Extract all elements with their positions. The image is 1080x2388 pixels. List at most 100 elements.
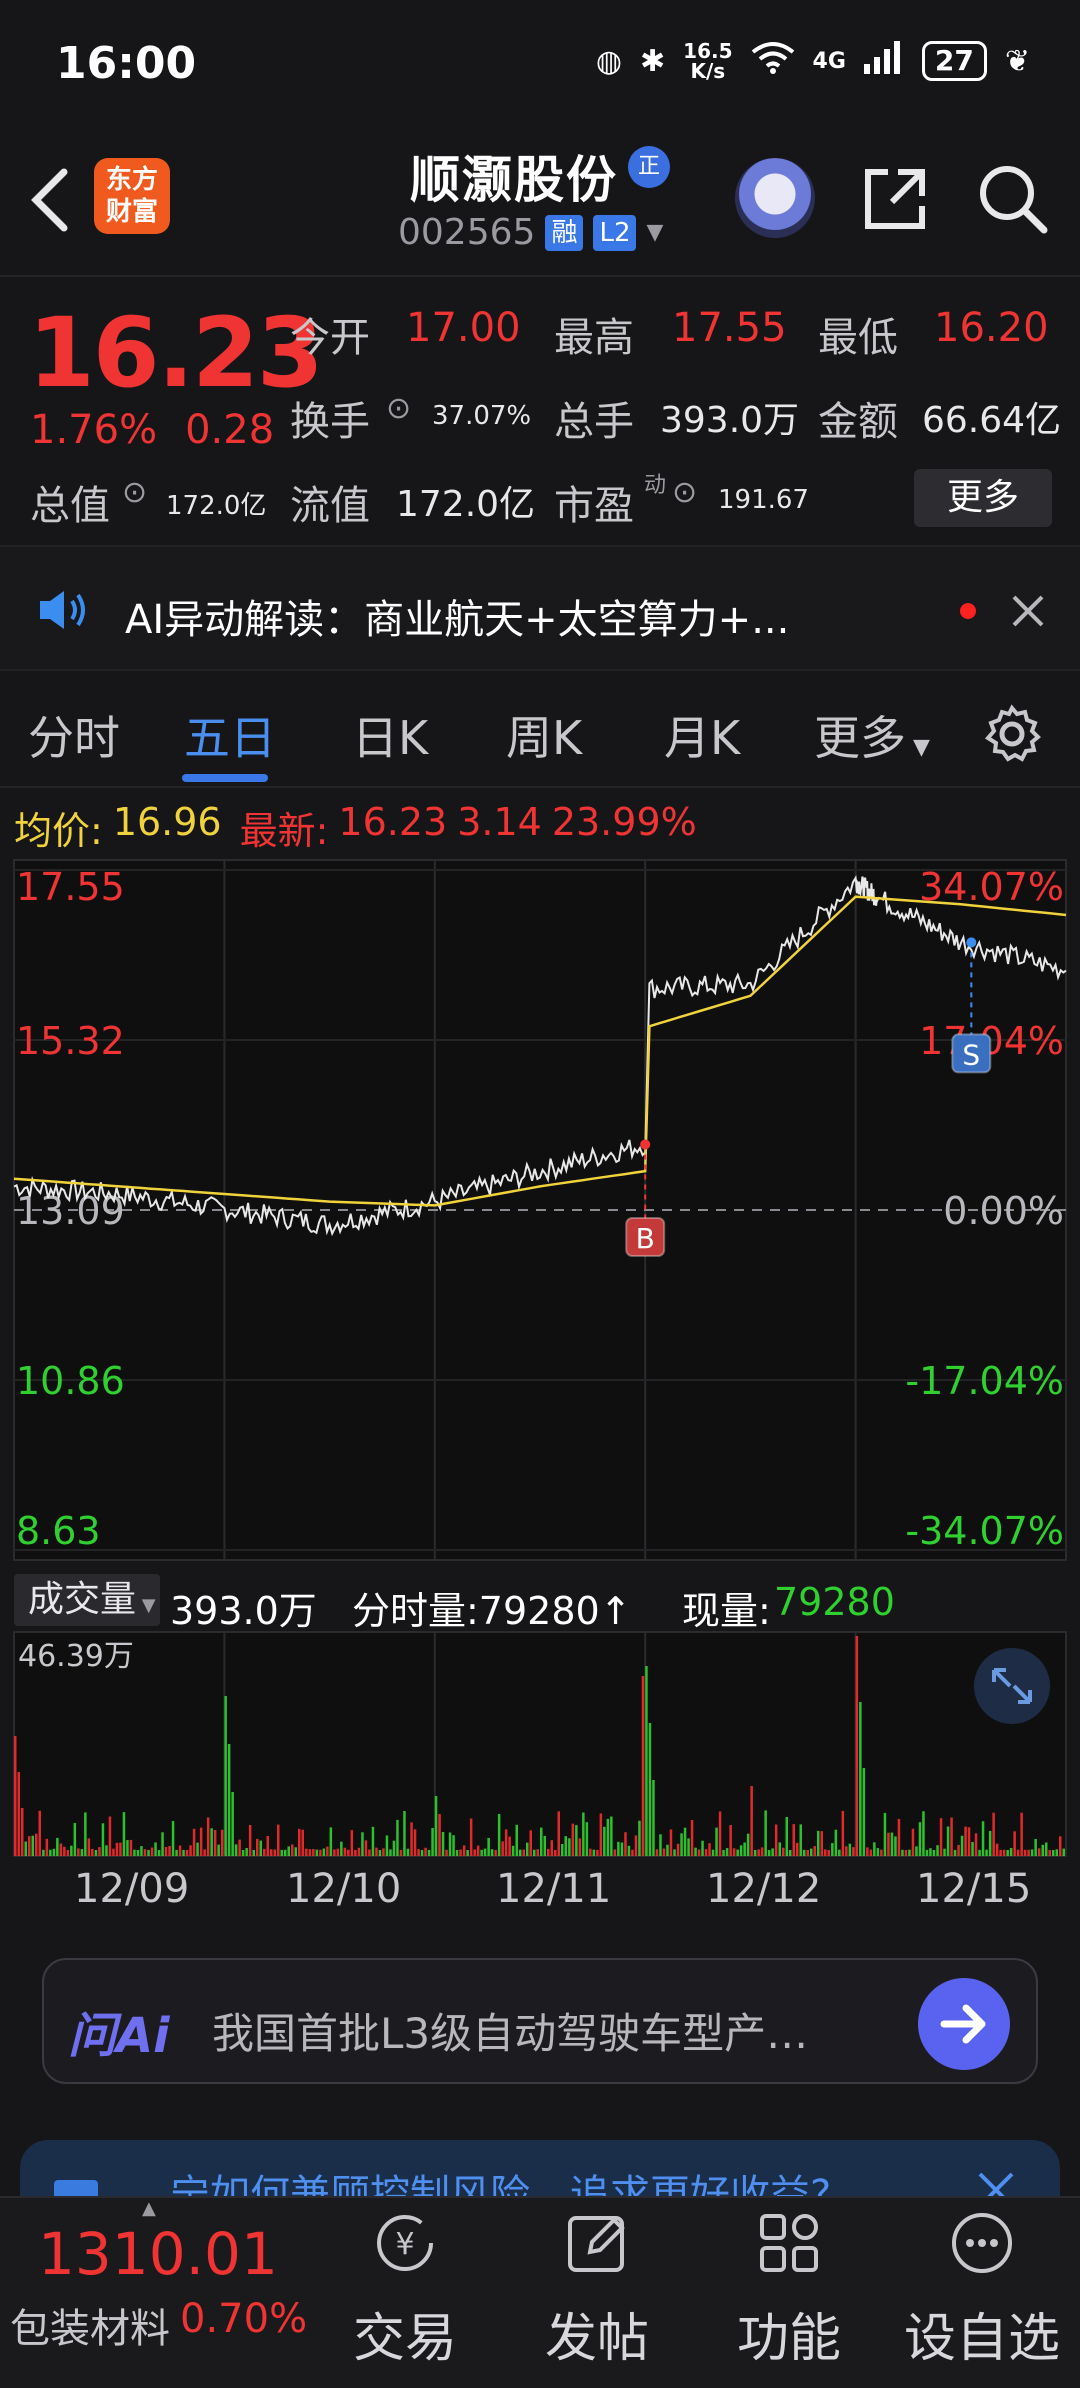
volume-bar bbox=[438, 1814, 441, 1856]
volume-bar bbox=[392, 1840, 396, 1856]
caret-up-icon: ▲ bbox=[142, 2198, 156, 2219]
volume-bar bbox=[561, 1844, 564, 1856]
volume-bar bbox=[217, 1844, 220, 1856]
stock-code-row[interactable]: 002565 融 L2 ▼ bbox=[398, 212, 663, 253]
tab-weekly-k[interactable]: 周K bbox=[506, 702, 582, 768]
app-logo[interactable]: 东方 财富 bbox=[94, 158, 170, 234]
volume-bar bbox=[105, 1845, 108, 1856]
volume-bar bbox=[824, 1849, 827, 1856]
volume-chart[interactable]: 46.39万 bbox=[0, 1630, 1080, 1880]
marker-point bbox=[966, 937, 977, 948]
low-label: 最低 bbox=[818, 315, 898, 361]
volume-bar bbox=[119, 1842, 122, 1856]
volume-bar bbox=[638, 1820, 641, 1856]
volume-bar bbox=[592, 1849, 596, 1856]
market-cap-value: 172.0亿 bbox=[166, 491, 267, 521]
volume-bar bbox=[578, 1838, 582, 1856]
volume-bar bbox=[361, 1832, 364, 1856]
pe-dynamic-sup: 动 bbox=[644, 473, 667, 498]
volume-bar bbox=[767, 1850, 771, 1856]
turnover-value: 37.07% bbox=[432, 401, 532, 431]
avg-label: 均价: bbox=[14, 809, 103, 853]
nav-add-watchlist[interactable]: 设自选 bbox=[892, 2208, 1072, 2371]
volume-bar bbox=[564, 1836, 567, 1856]
volume-bar bbox=[722, 1850, 725, 1856]
volume-bar bbox=[995, 1843, 999, 1856]
tab-monthly-k[interactable]: 月K bbox=[664, 702, 740, 768]
more-quote-button[interactable]: 更多 bbox=[914, 469, 1052, 527]
ask-ai-prompt: 我国首批L3级自动驾驶车型产… bbox=[212, 2009, 809, 2058]
tab-five-day[interactable]: 五日 bbox=[184, 702, 276, 768]
y-tick-label-pct: -17.04% bbox=[905, 1359, 1064, 1403]
volume-bar bbox=[732, 1848, 736, 1856]
volume-bar bbox=[848, 1843, 852, 1856]
share-button[interactable] bbox=[858, 160, 934, 236]
volume-bar bbox=[554, 1850, 557, 1856]
back-button[interactable] bbox=[24, 160, 84, 240]
search-icon bbox=[980, 166, 1048, 234]
close-icon[interactable] bbox=[1010, 593, 1046, 629]
volume-bar bbox=[259, 1840, 262, 1856]
speaker-icon bbox=[40, 591, 85, 629]
volume-bar bbox=[890, 1832, 894, 1856]
nav-post[interactable]: 发帖 bbox=[522, 2208, 672, 2371]
volume-bar bbox=[729, 1825, 732, 1856]
latest-label: 最新: bbox=[239, 809, 329, 853]
status-time: 16:00 bbox=[56, 38, 197, 89]
volume-bar bbox=[831, 1843, 834, 1856]
robot-assistant-icon[interactable] bbox=[735, 158, 815, 238]
stock-name: 顺灏股份 bbox=[410, 151, 618, 209]
sector-index-value[interactable]: 1310.01 bbox=[38, 2220, 278, 2288]
volume-bar bbox=[750, 1786, 753, 1856]
five-day-price-chart[interactable]: 17.5515.3213.0910.868.63 34.07%17.04%0.0… bbox=[0, 850, 1080, 1570]
volume-bar bbox=[1055, 1849, 1058, 1856]
info-icon[interactable]: ⊙ bbox=[672, 475, 697, 510]
volume-indicator-select[interactable]: 成交量 ▼ bbox=[14, 1574, 160, 1626]
ai-insight-banner[interactable]: AI异动解读：商业航天+太空算力+... bbox=[0, 545, 1080, 671]
sector-index-row[interactable]: 包装材料 0.70% bbox=[10, 2296, 307, 2354]
volume-bar bbox=[343, 1847, 347, 1856]
volume-bar bbox=[760, 1847, 764, 1856]
tab-more[interactable]: 更多 ▼ bbox=[814, 702, 930, 768]
info-icon[interactable]: ⊙ bbox=[122, 475, 147, 510]
volume-bar bbox=[746, 1833, 750, 1856]
tab-intraday[interactable]: 分时 bbox=[28, 702, 120, 768]
volume-bar bbox=[115, 1842, 119, 1856]
nav-trade[interactable]: ¥ 交易 bbox=[330, 2208, 480, 2371]
ask-ai-bar[interactable]: 问Ai 我国首批L3级自动驾驶车型产… bbox=[42, 1958, 1038, 2084]
net-speed: 16.5 K/s bbox=[683, 39, 733, 83]
volume-bar bbox=[796, 1842, 799, 1856]
search-button[interactable] bbox=[974, 160, 1050, 236]
volume-bar bbox=[599, 1813, 603, 1856]
volume-bar bbox=[175, 1849, 178, 1856]
volume-bar bbox=[978, 1849, 981, 1856]
tab-daily-k[interactable]: 日K bbox=[352, 702, 428, 768]
volume-bar bbox=[515, 1824, 518, 1856]
nav-functions[interactable]: 功能 bbox=[714, 2208, 864, 2371]
volume-bar bbox=[690, 1820, 694, 1856]
volume-bar bbox=[87, 1838, 91, 1856]
volume-bar bbox=[582, 1812, 585, 1856]
volume-bar bbox=[1045, 1842, 1048, 1856]
ask-ai-submit-button[interactable] bbox=[918, 1978, 1010, 2070]
volume-bar bbox=[568, 1838, 571, 1856]
volume-bar bbox=[336, 1848, 340, 1856]
volume-bar bbox=[378, 1850, 382, 1856]
network-type: 4G bbox=[812, 48, 846, 74]
volume-bar bbox=[932, 1850, 936, 1856]
settings-gear-icon[interactable] bbox=[982, 704, 1042, 764]
volume-bar bbox=[543, 1835, 546, 1856]
volume-bar bbox=[953, 1849, 957, 1856]
volume-bar bbox=[473, 1849, 476, 1856]
volume-bar bbox=[655, 1849, 659, 1856]
volume-bar bbox=[273, 1849, 276, 1856]
volume-bar bbox=[354, 1850, 357, 1856]
amount-value: 66.64亿 bbox=[922, 400, 1062, 441]
volume-bar bbox=[126, 1840, 129, 1856]
volume-bar bbox=[364, 1840, 368, 1856]
volume-bar bbox=[936, 1845, 939, 1856]
info-icon[interactable]: ⊙ bbox=[386, 391, 411, 426]
fullscreen-button[interactable] bbox=[974, 1648, 1050, 1724]
volume-bar bbox=[985, 1849, 988, 1856]
avg-value: 16.96 bbox=[112, 800, 222, 844]
